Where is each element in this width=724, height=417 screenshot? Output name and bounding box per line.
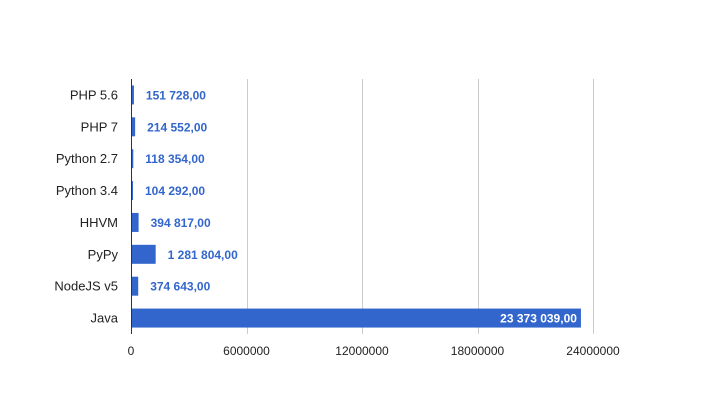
gridlines [131, 79, 594, 334]
x-tick-label: 12000000 [335, 344, 389, 358]
bar [132, 181, 134, 201]
x-tick-label: 24000000 [566, 344, 620, 358]
category-label: PHP 5.6 [70, 87, 118, 102]
data-label: 374 643,00 [150, 280, 210, 294]
bar [132, 149, 134, 169]
category-label: Java [91, 311, 119, 326]
data-label: 1 281 804,00 [168, 248, 238, 262]
data-label: 214 552,00 [147, 120, 207, 134]
category-label: Python 2.7 [56, 151, 118, 166]
value-axis: 0 6000000 12000000 18000000 24000000 [128, 344, 620, 358]
data-label: 23 373 039,00 [500, 312, 577, 326]
category-label: PyPy [88, 247, 119, 262]
category-label: NodeJS v5 [54, 279, 118, 294]
bar-chart: 151 728,00 214 552,00 118 354,00 104 292,00… [54, 79, 620, 358]
data-label: 118 354,00 [145, 152, 205, 166]
category-label: HHVM [80, 215, 118, 230]
bar [132, 276, 139, 296]
data-labels: 151 728,00 214 552,00 118 354,00 104 292,00… [145, 88, 577, 325]
category-label: Python 3.4 [56, 183, 118, 198]
chart-container: 151 728,00 214 552,00 118 354,00 104 292,00… [0, 0, 724, 412]
category-axis: PHP 5.6 PHP 7 Python 2.7 Python 3.4 HHVM PyPy… [54, 87, 118, 325]
data-label: 394 817,00 [151, 216, 211, 230]
x-tick-label: 6000000 [223, 344, 270, 358]
bar [132, 117, 136, 137]
data-label: 104 292,00 [145, 184, 205, 198]
bar [132, 212, 139, 232]
x-tick-label: 18000000 [451, 344, 505, 358]
bar [132, 85, 134, 105]
x-tick-label: 0 [128, 344, 135, 358]
data-label: 151 728,00 [146, 88, 206, 102]
category-label: PHP 7 [81, 119, 118, 134]
bar [132, 244, 156, 264]
